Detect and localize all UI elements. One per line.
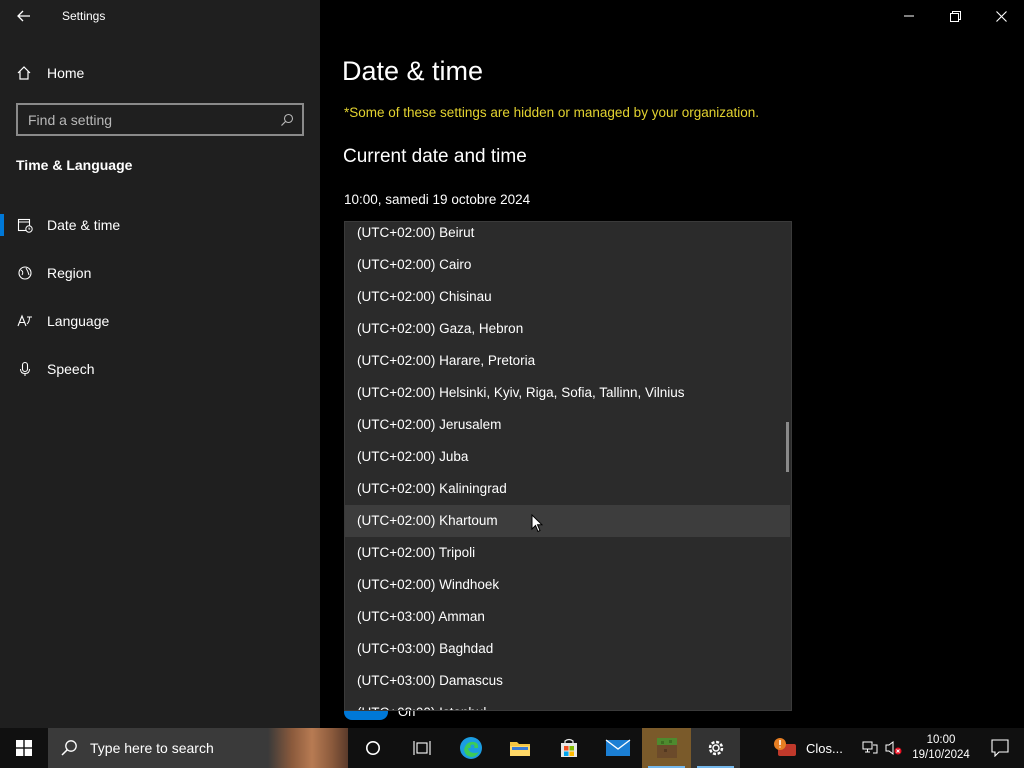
timezone-option[interactable]: (UTC+03:00) Amman: [345, 601, 790, 633]
timezone-option[interactable]: (UTC+02:00) Cairo: [345, 249, 790, 281]
taskbar-search-box[interactable]: Type here to search: [48, 728, 348, 768]
minimize-icon: [904, 15, 914, 17]
nav-item-speech[interactable]: Speech: [0, 349, 320, 389]
current-date-time-value: 10:00, samedi 19 octobre 2024: [344, 192, 531, 207]
volume-muted-icon: [885, 741, 902, 755]
close-button[interactable]: [978, 0, 1024, 32]
windows-logo-icon: [16, 740, 32, 756]
timezone-option[interactable]: (UTC+03:00) Damascus: [345, 665, 790, 697]
timezone-option[interactable]: (UTC+02:00) Chisinau: [345, 281, 790, 313]
timezone-option[interactable]: (UTC+02:00) Tripoli: [345, 537, 790, 569]
nav-item-region[interactable]: Region: [0, 253, 320, 293]
timezone-option[interactable]: (UTC+02:00) Kaliningrad: [345, 473, 790, 505]
edge-icon: [459, 737, 482, 759]
edge-taskbar-button[interactable]: [446, 728, 495, 768]
timezone-option[interactable]: (UTC+02:00) Jerusalem: [345, 409, 790, 441]
volume-button[interactable]: [882, 728, 906, 768]
timezone-dropdown-list[interactable]: (UTC+02:00) Beirut (UTC+02:00) Cairo (UTC+…: [344, 221, 792, 711]
timezone-option[interactable]: (UTC+03:00) Istanbul: [345, 697, 790, 710]
back-arrow-icon: [17, 10, 30, 22]
mouse-cursor-icon: [531, 514, 543, 533]
restore-button[interactable]: [932, 0, 978, 32]
settings-taskbar-button[interactable]: [691, 728, 740, 768]
minecraft-block-icon: [656, 738, 677, 758]
current-date-time-heading: Current date and time: [343, 146, 527, 167]
nav-item-label: Region: [47, 265, 92, 281]
timezone-option[interactable]: (UTC+02:00) Beirut: [345, 222, 790, 249]
timezone-option[interactable]: (UTC+02:00) Khartoum: [345, 505, 790, 537]
close-app-taskbar-button[interactable]: Clos...: [764, 728, 852, 768]
file-explorer-taskbar-button[interactable]: [495, 728, 544, 768]
page-title: Date & time: [342, 56, 484, 86]
dropdown-scrollbar-thumb[interactable]: [786, 422, 789, 472]
notification-icon: [991, 739, 1009, 757]
globe-icon: [16, 265, 34, 281]
cortana-icon: [365, 741, 380, 755]
start-button[interactable]: [0, 728, 48, 768]
nav-item-language[interactable]: Language: [0, 301, 320, 341]
mail-icon: [605, 739, 630, 756]
action-center-button[interactable]: [976, 728, 1024, 768]
taskbar-clock[interactable]: 10:00 19/10/2024: [906, 733, 976, 763]
minecraft-taskbar-button[interactable]: [642, 728, 691, 768]
timezone-option[interactable]: (UTC+02:00) Helsinki, Kyiv, Riga, Sofia,…: [345, 377, 790, 409]
store-taskbar-button[interactable]: [544, 728, 593, 768]
nav-item-label: Language: [47, 313, 110, 329]
restore-icon: [949, 10, 961, 22]
search-highlight-image: [268, 728, 348, 768]
find-setting-search[interactable]: Find a setting: [16, 103, 304, 136]
mail-taskbar-button[interactable]: [593, 728, 642, 768]
clock-time: 10:00: [926, 734, 956, 746]
warning-app-icon: [774, 738, 796, 756]
nav-item-date-time[interactable]: Date & time: [0, 205, 320, 245]
navigation-pane: Settings Home Find a setting Time & Lang…: [0, 0, 320, 728]
search-icon: [61, 740, 77, 756]
nav-home[interactable]: Home: [16, 62, 84, 84]
nav-item-label: Date & time: [47, 217, 121, 233]
org-managed-warning: *Some of these settings are hidden or ma…: [344, 105, 760, 120]
cortana-button[interactable]: [348, 728, 397, 768]
language-icon: [16, 313, 34, 329]
taskbar: Type here to search Clos... 10:00 19/10/…: [0, 728, 1024, 768]
folder-icon: [509, 742, 530, 756]
store-icon: [560, 738, 577, 757]
taskbar-app-label: Clos...: [806, 740, 843, 756]
timezone-option[interactable]: (UTC+02:00) Windhoek: [345, 569, 790, 601]
timezone-option[interactable]: (UTC+02:00) Gaza, Hebron: [345, 313, 790, 345]
gear-icon: [708, 740, 723, 756]
network-button[interactable]: [858, 728, 882, 768]
task-view-icon: [412, 741, 431, 755]
clock-date: 19/10/2024: [912, 749, 970, 761]
timezone-option[interactable]: (UTC+02:00) Harare, Pretoria: [345, 345, 790, 377]
search-placeholder: Find a setting: [28, 111, 113, 128]
app-title: Settings: [62, 9, 106, 23]
system-tray: 10:00 19/10/2024: [858, 728, 1024, 768]
microphone-icon: [16, 361, 34, 377]
close-icon: [995, 10, 1007, 22]
taskbar-search-placeholder: Type here to search: [90, 740, 214, 756]
network-icon: [862, 741, 878, 754]
nav-item-label: Speech: [47, 361, 95, 377]
task-view-button[interactable]: [397, 728, 446, 768]
back-button[interactable]: [8, 4, 40, 28]
minimize-button[interactable]: [886, 0, 932, 32]
nav-home-label: Home: [47, 65, 85, 81]
search-icon: [281, 113, 294, 126]
timezone-option[interactable]: (UTC+03:00) Baghdad: [345, 633, 790, 665]
timezone-option[interactable]: (UTC+02:00) Juba: [345, 441, 790, 473]
timezone-options: (UTC+02:00) Beirut (UTC+02:00) Cairo (UTC+…: [345, 222, 791, 710]
clock-calendar-icon: [16, 217, 34, 233]
home-icon: [16, 65, 34, 81]
nav-section-title: Time & Language: [16, 157, 133, 173]
